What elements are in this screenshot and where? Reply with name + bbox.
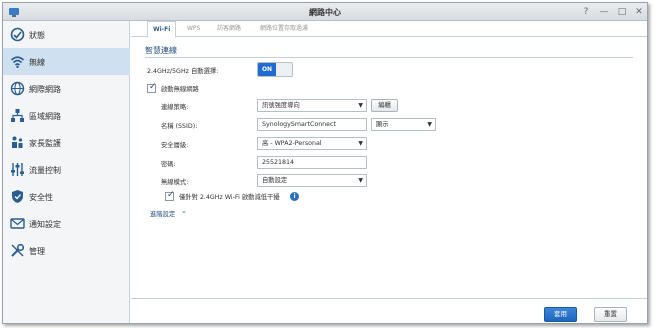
info-icon[interactable]: i — [290, 192, 299, 201]
sidebar-item-label: 狀態 — [29, 31, 45, 40]
sidebar-item-label: 區域網路 — [29, 112, 61, 121]
close-icon[interactable]: ✕ — [632, 5, 646, 19]
ssid-input[interactable]: SynologySmartConnect — [257, 118, 367, 131]
ssid-visibility-value: 顯示 — [376, 121, 389, 128]
edit-button[interactable]: 編輯 — [371, 99, 398, 112]
sliders-icon — [11, 163, 24, 176]
window-title: 網路中心 — [309, 8, 341, 17]
checkmark-icon: ✓ — [149, 82, 157, 92]
section-title: 智慧連線 — [145, 46, 177, 55]
advanced-settings-link[interactable]: 進階設定 — [150, 209, 175, 218]
maximize-icon[interactable]: □ — [615, 5, 629, 19]
connection-strategy-select[interactable]: 訊號強度導向 ▼ — [257, 99, 367, 112]
notification-icon — [10, 218, 25, 229]
sidebar-item-security[interactable]: 安全性 — [3, 183, 130, 210]
interference-label: 僅針對 2.4GHz Wi-Fi 啟動減低干擾 — [179, 194, 280, 201]
connection-strategy-value: 訊號強度導向 — [262, 102, 300, 109]
chevron-down-icon[interactable]: ⌄ — [181, 207, 187, 215]
globe-icon — [10, 81, 25, 96]
tab-bar: Wi-Fi WPS 訪客網路 網路位置存取過濾 — [131, 21, 647, 38]
sidebar-item-status[interactable]: 狀態 — [3, 21, 130, 48]
wifi-icon — [10, 56, 25, 68]
apply-button[interactable]: 套用 — [544, 307, 577, 322]
sidebar-item-local-network[interactable]: 區域網路 — [3, 102, 130, 129]
checkmark-icon: ✓ — [167, 190, 175, 200]
title-bar: 網路中心 ? — □ ✕ — [3, 3, 647, 21]
sidebar-item-administration[interactable]: 管理 — [3, 237, 130, 264]
footer-divider — [131, 298, 647, 299]
sidebar-item-internet[interactable]: 網際網路 — [3, 75, 130, 102]
sidebar-item-parental-control[interactable]: 家長監護 — [3, 129, 130, 156]
toggle-on-label: ON — [258, 63, 276, 76]
main-panel: Wi-Fi WPS 訪客網路 網路位置存取過濾 智慧連線 2.4GHz/5GHz… — [131, 21, 647, 323]
security-value: 高 - WPA2-Personal — [262, 140, 322, 147]
chevron-down-icon: ▼ — [427, 121, 432, 128]
section-divider — [145, 57, 633, 58]
chevron-down-icon: ▼ — [358, 102, 363, 109]
enable-wireless-checkbox[interactable]: ✓ — [147, 82, 157, 93]
sidebar-item-label: 通知設定 — [29, 220, 61, 229]
help-icon[interactable]: ? — [579, 5, 593, 19]
status-icon — [10, 27, 25, 42]
wireless-mode-label: 無線模式: — [161, 179, 189, 186]
reset-button[interactable]: 重置 — [594, 307, 627, 322]
security-label: 安全層級: — [161, 142, 189, 149]
network-center-window: 網路中心 ? — □ ✕ 狀態 無線 網際網路 區域網路 家長監護 流量控制 安… — [2, 2, 648, 324]
interference-checkbox[interactable]: ✓ — [165, 190, 175, 201]
sidebar-item-wireless[interactable]: 無線 — [3, 48, 130, 75]
sidebar-item-label: 流量控制 — [29, 166, 61, 175]
wireless-mode-value: 自動設定 — [262, 177, 288, 184]
chevron-down-icon: ▼ — [358, 177, 363, 184]
auto-switch-toggle[interactable]: ON — [257, 62, 293, 77]
sidebar-item-notifications[interactable]: 通知設定 — [3, 210, 130, 237]
auto-switch-label: 2.4GHz/5GHz 自動選擇: — [147, 68, 219, 75]
sidebar: 狀態 無線 網際網路 區域網路 家長監護 流量控制 安全性 通知設定 管理 — [3, 21, 130, 323]
enable-wireless-label: 啟動無線網路 — [161, 86, 199, 93]
sidebar-item-label: 無線 — [29, 58, 45, 67]
sidebar-item-label: 網際網路 — [29, 85, 61, 94]
sidebar-item-traffic-control[interactable]: 流量控制 — [3, 156, 130, 183]
wireless-mode-select[interactable]: 自動設定 ▼ — [257, 174, 367, 187]
ssid-visibility-select[interactable]: 顯示 ▼ — [371, 118, 436, 131]
shield-icon — [12, 190, 23, 203]
family-icon — [12, 136, 23, 148]
chevron-down-icon: ▼ — [358, 140, 363, 147]
password-input[interactable]: 25521814 — [257, 156, 367, 169]
tools-icon — [11, 243, 25, 257]
ssid-label: 名稱 (SSID): — [161, 123, 198, 130]
local-network-icon — [11, 109, 24, 122]
tab-wps[interactable]: WPS — [187, 21, 200, 37]
connection-strategy-label: 連線策略: — [161, 104, 189, 111]
sidebar-item-label: 管理 — [29, 247, 45, 256]
tab-location-filter[interactable]: 網路位置存取過濾 — [260, 21, 308, 37]
minimize-icon[interactable]: — — [597, 5, 611, 19]
sidebar-item-label: 安全性 — [29, 193, 53, 202]
tab-guest-network[interactable]: 訪客網路 — [217, 21, 241, 37]
password-label: 密碼: — [161, 161, 176, 168]
sidebar-item-label: 家長監護 — [29, 139, 61, 148]
tab-wifi[interactable]: Wi-Fi — [147, 21, 177, 38]
security-select[interactable]: 高 - WPA2-Personal ▼ — [257, 137, 367, 150]
